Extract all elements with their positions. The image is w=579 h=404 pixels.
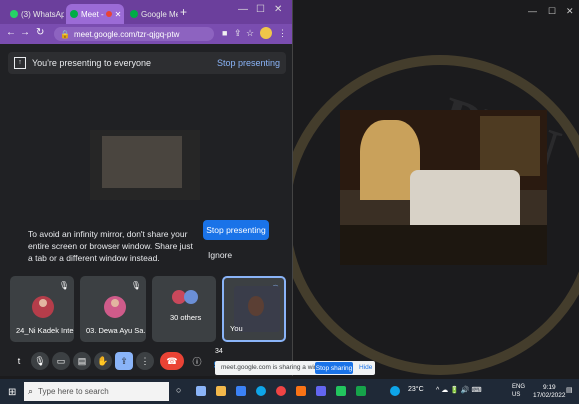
presenting-banner: ↑ You're presenting to everyone Stop pre… bbox=[8, 52, 286, 74]
participant-tile[interactable]: 🎙 03. Dewa Ayu Sa... bbox=[80, 276, 146, 342]
cortana-icon[interactable]: ○ bbox=[176, 385, 186, 395]
avatar bbox=[104, 296, 126, 318]
recording-dot-icon bbox=[105, 11, 112, 17]
notification-icon[interactable]: ▤ bbox=[566, 386, 573, 394]
taskbar: ⊞ ⌕ Type here to search ○ 23°C ^ ☁ 🔋 🔊 ⌨… bbox=[0, 379, 579, 404]
meeting-details-icon[interactable]: ⓘ bbox=[188, 352, 206, 370]
chrome-icon[interactable] bbox=[276, 386, 286, 396]
url-field[interactable]: 🔒 meet.google.com/tzr-qjgq-ptw bbox=[54, 27, 214, 41]
infinity-mirror-warning: To avoid an infinity mirror, don't share… bbox=[28, 229, 193, 263]
sharing-notification: meet.google.com is sharing a window. Sto… bbox=[215, 361, 375, 375]
participant-count: 34 bbox=[215, 348, 223, 355]
language-indicator[interactable]: ENG US bbox=[512, 383, 525, 399]
captions-icon[interactable]: t bbox=[10, 352, 28, 370]
stop-sharing-button[interactable]: Stop sharing bbox=[315, 362, 353, 374]
hide-button[interactable]: Hide bbox=[359, 364, 372, 371]
app-icon[interactable] bbox=[296, 386, 306, 396]
window-minimize-button[interactable]: — bbox=[528, 6, 537, 16]
taskbar-search[interactable]: ⌕ Type here to search bbox=[24, 382, 169, 401]
tab-label: (3) WhatsAp bbox=[21, 9, 64, 19]
weather-temp[interactable]: 23°C bbox=[408, 386, 424, 393]
infinity-mirror-preview bbox=[90, 130, 200, 200]
windows-start-icon[interactable]: ⊞ bbox=[8, 387, 16, 398]
address-bar: ← → ↻ 🔒 meet.google.com/tzr-qjgq-ptw ■ ⇪… bbox=[0, 24, 292, 44]
more-options-icon[interactable]: ⋮ bbox=[136, 352, 154, 370]
leave-call-button[interactable]: ☎ bbox=[160, 352, 184, 370]
tab-meet[interactable]: Meet - ✕ bbox=[66, 4, 124, 24]
profile-avatar-icon[interactable] bbox=[260, 27, 272, 39]
mic-off-icon: 🎙 bbox=[130, 281, 141, 290]
lock-icon: 🔒 bbox=[60, 29, 70, 39]
store-icon[interactable] bbox=[236, 386, 246, 396]
avatar bbox=[32, 296, 54, 318]
meet-icon bbox=[130, 10, 138, 18]
region: US bbox=[512, 392, 521, 398]
url-text: meet.google.com/tzr-qjgq-ptw bbox=[73, 29, 180, 39]
excel-icon[interactable] bbox=[356, 386, 366, 396]
participant-name: You bbox=[230, 324, 243, 333]
bookmark-star-icon[interactable]: ☆ bbox=[246, 28, 254, 39]
close-window-icon[interactable]: ✕ bbox=[274, 4, 282, 15]
browser-window: (3) WhatsAp ✕ Meet - ✕ Google Meet ✕ + —… bbox=[0, 0, 293, 376]
app-icon[interactable] bbox=[336, 386, 346, 396]
mic-off-icon: 🎙 bbox=[58, 281, 69, 290]
forward-arrow-icon[interactable]: → bbox=[20, 27, 30, 38]
share-icon[interactable]: ⇪ bbox=[234, 28, 242, 39]
task-view-icon[interactable] bbox=[196, 386, 206, 396]
time: 9:19 bbox=[542, 384, 556, 391]
tab-whatsapp[interactable]: (3) WhatsAp ✕ bbox=[6, 4, 64, 24]
participant-tile[interactable]: 🎙 24_Ni Kadek Inte... bbox=[10, 276, 74, 342]
back-arrow-icon[interactable]: ← bbox=[6, 27, 16, 38]
system-tray-icons[interactable]: ^ ☁ 🔋 🔊 ⌨ bbox=[436, 386, 482, 394]
close-icon[interactable]: ✕ bbox=[115, 10, 122, 19]
tab-google-meet[interactable]: Google Meet ✕ bbox=[126, 4, 178, 24]
new-tab-button[interactable]: + bbox=[180, 5, 187, 19]
participant-name: 24_Ni Kadek Inte... bbox=[16, 326, 74, 335]
screen: PEN — ☐ ✕ (3) WhatsAp ✕ Meet - ✕ bbox=[0, 0, 579, 404]
minimize-icon[interactable]: — bbox=[238, 4, 248, 15]
stop-presenting-link[interactable]: Stop presenting bbox=[217, 58, 280, 68]
window-maximize-button[interactable]: ☐ bbox=[548, 6, 556, 17]
shared-video-window bbox=[340, 110, 547, 265]
raise-hand-icon[interactable]: ✋ bbox=[94, 352, 112, 370]
cc-icon[interactable]: ▤ bbox=[73, 352, 91, 370]
maximize-icon[interactable]: ☐ bbox=[256, 4, 265, 15]
weather-icon bbox=[390, 386, 400, 396]
participant-tile-others[interactable]: 30 others bbox=[152, 276, 216, 342]
presenting-text: You're presenting to everyone bbox=[32, 58, 151, 68]
mic-icon[interactable]: 🎙 bbox=[31, 352, 49, 370]
present-screen-icon: ↑ bbox=[14, 57, 26, 69]
tab-bar: (3) WhatsAp ✕ Meet - ✕ Google Meet ✕ + —… bbox=[0, 0, 292, 24]
self-view-tile[interactable]: ◉ You bbox=[222, 276, 286, 342]
app-icon[interactable] bbox=[316, 386, 326, 396]
language: ENG bbox=[512, 384, 526, 390]
others-count: 30 others bbox=[170, 313, 202, 322]
clock[interactable]: 9:19 17/02/2022 bbox=[533, 384, 566, 400]
date: 17/02/2022 bbox=[533, 392, 566, 399]
camera-toggle-icon[interactable]: ▭ bbox=[52, 352, 70, 370]
search-placeholder: Type here to search bbox=[38, 387, 109, 396]
window-close-button[interactable]: ✕ bbox=[566, 6, 574, 17]
whatsapp-icon bbox=[10, 10, 18, 18]
stop-presenting-button[interactable]: Stop presenting bbox=[203, 220, 269, 240]
edge-icon[interactable] bbox=[256, 386, 266, 396]
file-explorer-icon[interactable] bbox=[216, 386, 226, 396]
search-icon: ⌕ bbox=[28, 386, 34, 396]
ignore-button[interactable]: Ignore bbox=[208, 250, 232, 260]
avatar bbox=[184, 290, 198, 304]
participant-name: 03. Dewa Ayu Sa... bbox=[86, 326, 146, 335]
reload-icon[interactable]: ↻ bbox=[36, 27, 44, 38]
present-now-icon[interactable]: ⇪ bbox=[115, 352, 133, 370]
tab-label: Google Meet bbox=[141, 9, 178, 19]
tab-label: Meet - bbox=[81, 9, 104, 19]
menu-dots-icon[interactable]: ⋮ bbox=[278, 28, 287, 39]
camera-icon[interactable]: ■ bbox=[222, 28, 227, 38]
meet-icon bbox=[70, 10, 78, 18]
